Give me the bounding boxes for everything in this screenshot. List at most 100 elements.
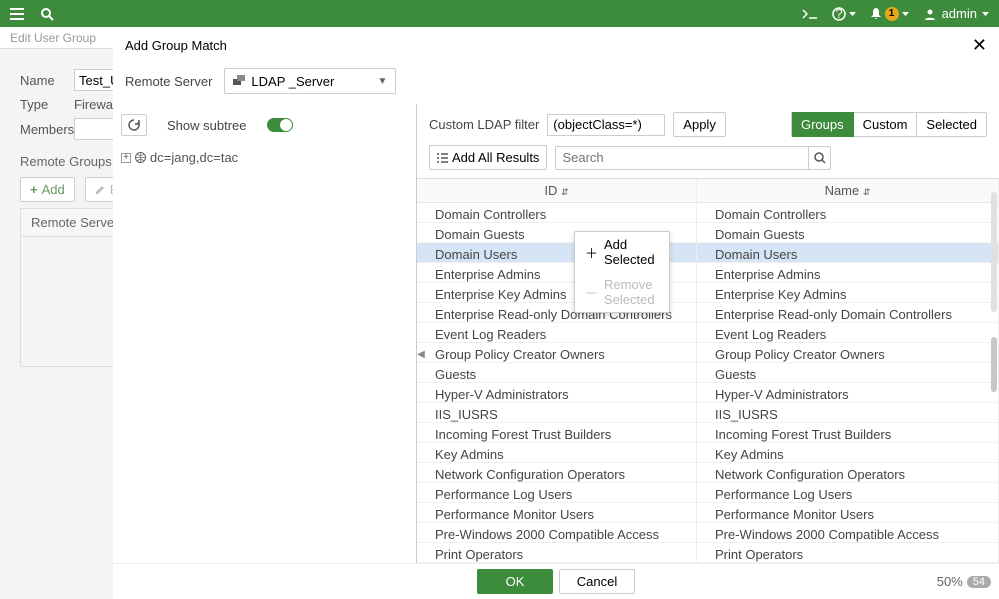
show-subtree-toggle[interactable]: [267, 118, 293, 132]
cell-name: Pre-Windows 2000 Compatible Access: [697, 523, 999, 542]
table-row[interactable]: Domain UsersDomain Users: [417, 243, 999, 263]
col-id[interactable]: ID ⇵: [417, 179, 697, 202]
table-row[interactable]: IIS_IUSRSIIS_IUSRS: [417, 403, 999, 423]
search-button[interactable]: [808, 147, 830, 169]
table-row[interactable]: Print OperatorsPrint Operators: [417, 543, 999, 563]
cell-name: Enterprise Read-only Domain Controllers: [697, 303, 999, 322]
cell-id: Group Policy Creator Owners: [417, 343, 697, 362]
progress-pct: 50%: [937, 574, 963, 589]
results-grid[interactable]: ID ⇵ Name ⇵ Domain ControllersDomain Con…: [417, 178, 999, 563]
cell-name: Domain Guests: [697, 223, 999, 242]
minus-icon: －: [585, 283, 598, 302]
name-label: Name: [20, 73, 74, 88]
table-row[interactable]: Pre-Windows 2000 Compatible AccessPre-Wi…: [417, 523, 999, 543]
cell-name: Key Admins: [697, 443, 999, 462]
modal-title: Add Group Match: [125, 38, 227, 53]
table-row[interactable]: Enterprise Read-only Domain ControllersE…: [417, 303, 999, 323]
cli-icon[interactable]: [802, 9, 818, 19]
topbar: ? 1 admin: [0, 0, 999, 27]
cell-name: Print Operators: [697, 543, 999, 562]
search-icon[interactable]: [40, 7, 54, 21]
cell-name: Performance Log Users: [697, 483, 999, 502]
table-row[interactable]: Key AdminsKey Admins: [417, 443, 999, 463]
cell-name: Network Configuration Operators: [697, 463, 999, 482]
ldap-icon: [233, 75, 245, 87]
cell-id: IIS_IUSRS: [417, 403, 697, 422]
add-all-results-button[interactable]: Add All Results: [429, 145, 547, 170]
cell-id: Pre-Windows 2000 Compatible Access: [417, 523, 697, 542]
tab-groups[interactable]: Groups: [791, 112, 854, 137]
table-row[interactable]: Performance Log UsersPerformance Log Use…: [417, 483, 999, 503]
remote-server-select[interactable]: LDAP _Server ▼: [224, 68, 396, 94]
col-name[interactable]: Name ⇵: [697, 179, 999, 202]
ctx-add-selected[interactable]: ＋ Add Selected: [575, 232, 669, 272]
cell-id: Incoming Forest Trust Builders: [417, 423, 697, 442]
hamburger-icon[interactable]: [10, 8, 24, 20]
ok-button[interactable]: OK: [477, 569, 553, 594]
table-row[interactable]: Hyper-V AdministratorsHyper-V Administra…: [417, 383, 999, 403]
remote-server-value: LDAP _Server: [251, 74, 334, 89]
list-icon: [437, 153, 448, 163]
tree-node-label: dc=jang,dc=tac: [150, 150, 238, 165]
add-group-match-modal: Add Group Match ✕ Remote Server LDAP _Se…: [113, 27, 999, 599]
cell-id: Print Operators: [417, 543, 697, 562]
show-subtree-label: Show subtree: [167, 118, 247, 133]
table-row[interactable]: Group Policy Creator OwnersGroup Policy …: [417, 343, 999, 363]
table-row[interactable]: Enterprise Key AdminsEnterprise Key Admi…: [417, 283, 999, 303]
tree-node-root[interactable]: + dc=jang,dc=tac: [121, 150, 408, 165]
results-pane: ◀ Custom LDAP filter Apply Groups Custom…: [417, 104, 999, 563]
table-row[interactable]: Network Configuration OperatorsNetwork C…: [417, 463, 999, 483]
progress-count: 54: [967, 576, 991, 588]
scrollbar[interactable]: [990, 192, 999, 527]
table-row[interactable]: Performance Monitor UsersPerformance Mon…: [417, 503, 999, 523]
svg-text:?: ?: [835, 7, 842, 21]
table-row[interactable]: Domain GuestsDomain Guests: [417, 223, 999, 243]
refresh-button[interactable]: [121, 114, 147, 136]
cell-id: Key Admins: [417, 443, 697, 462]
close-icon[interactable]: ✕: [972, 35, 987, 56]
table-row[interactable]: GuestsGuests: [417, 363, 999, 383]
type-label: Type: [20, 97, 74, 112]
cell-name: Incoming Forest Trust Builders: [697, 423, 999, 442]
plus-icon: ＋: [585, 243, 598, 262]
members-label: Members: [20, 122, 74, 137]
cell-name: Enterprise Admins: [697, 263, 999, 282]
apply-button[interactable]: Apply: [673, 112, 726, 137]
cell-name: Performance Monitor Users: [697, 503, 999, 522]
user-menu[interactable]: admin: [923, 6, 989, 21]
notification-icon[interactable]: 1: [870, 7, 909, 21]
remote-server-label: Remote Server: [125, 74, 212, 89]
cell-id: Performance Log Users: [417, 483, 697, 502]
tab-custom[interactable]: Custom: [854, 112, 918, 137]
ctx-remove-selected: － Remove Selected: [575, 272, 669, 312]
cell-name: Hyper-V Administrators: [697, 383, 999, 402]
caret-down-icon: ▼: [378, 76, 388, 87]
expand-icon[interactable]: +: [121, 153, 131, 163]
add-button[interactable]: +Add: [20, 177, 75, 202]
cell-id: Guests: [417, 363, 697, 382]
table-row[interactable]: Domain ControllersDomain Controllers: [417, 203, 999, 223]
cell-id: Domain Controllers: [417, 203, 697, 222]
grid-header: ID ⇵ Name ⇵: [417, 179, 999, 203]
page-title: Edit User Group: [10, 31, 96, 45]
context-menu: ＋ Add Selected － Remove Selected: [574, 231, 670, 313]
cell-name: Enterprise Key Admins: [697, 283, 999, 302]
table-row[interactable]: Event Log ReadersEvent Log Readers: [417, 323, 999, 343]
modal-footer: OK Cancel 50% 54: [113, 563, 999, 599]
table-row[interactable]: Enterprise AdminsEnterprise Admins: [417, 263, 999, 283]
help-icon[interactable]: ?: [832, 7, 856, 21]
cell-id: Event Log Readers: [417, 323, 697, 342]
search-input[interactable]: [556, 147, 808, 169]
cell-name: IIS_IUSRS: [697, 403, 999, 422]
cell-name: Event Log Readers: [697, 323, 999, 342]
ldap-filter-input[interactable]: [547, 114, 665, 136]
cell-name: Group Policy Creator Owners: [697, 343, 999, 362]
table-row[interactable]: Incoming Forest Trust BuildersIncoming F…: [417, 423, 999, 443]
cell-id: Performance Monitor Users: [417, 503, 697, 522]
collapse-left-icon[interactable]: ◀: [416, 344, 426, 364]
cancel-button[interactable]: Cancel: [559, 569, 635, 594]
user-name: admin: [942, 6, 977, 21]
tab-selected[interactable]: Selected: [917, 112, 987, 137]
cell-name: Domain Controllers: [697, 203, 999, 222]
notification-badge: 1: [885, 7, 899, 21]
